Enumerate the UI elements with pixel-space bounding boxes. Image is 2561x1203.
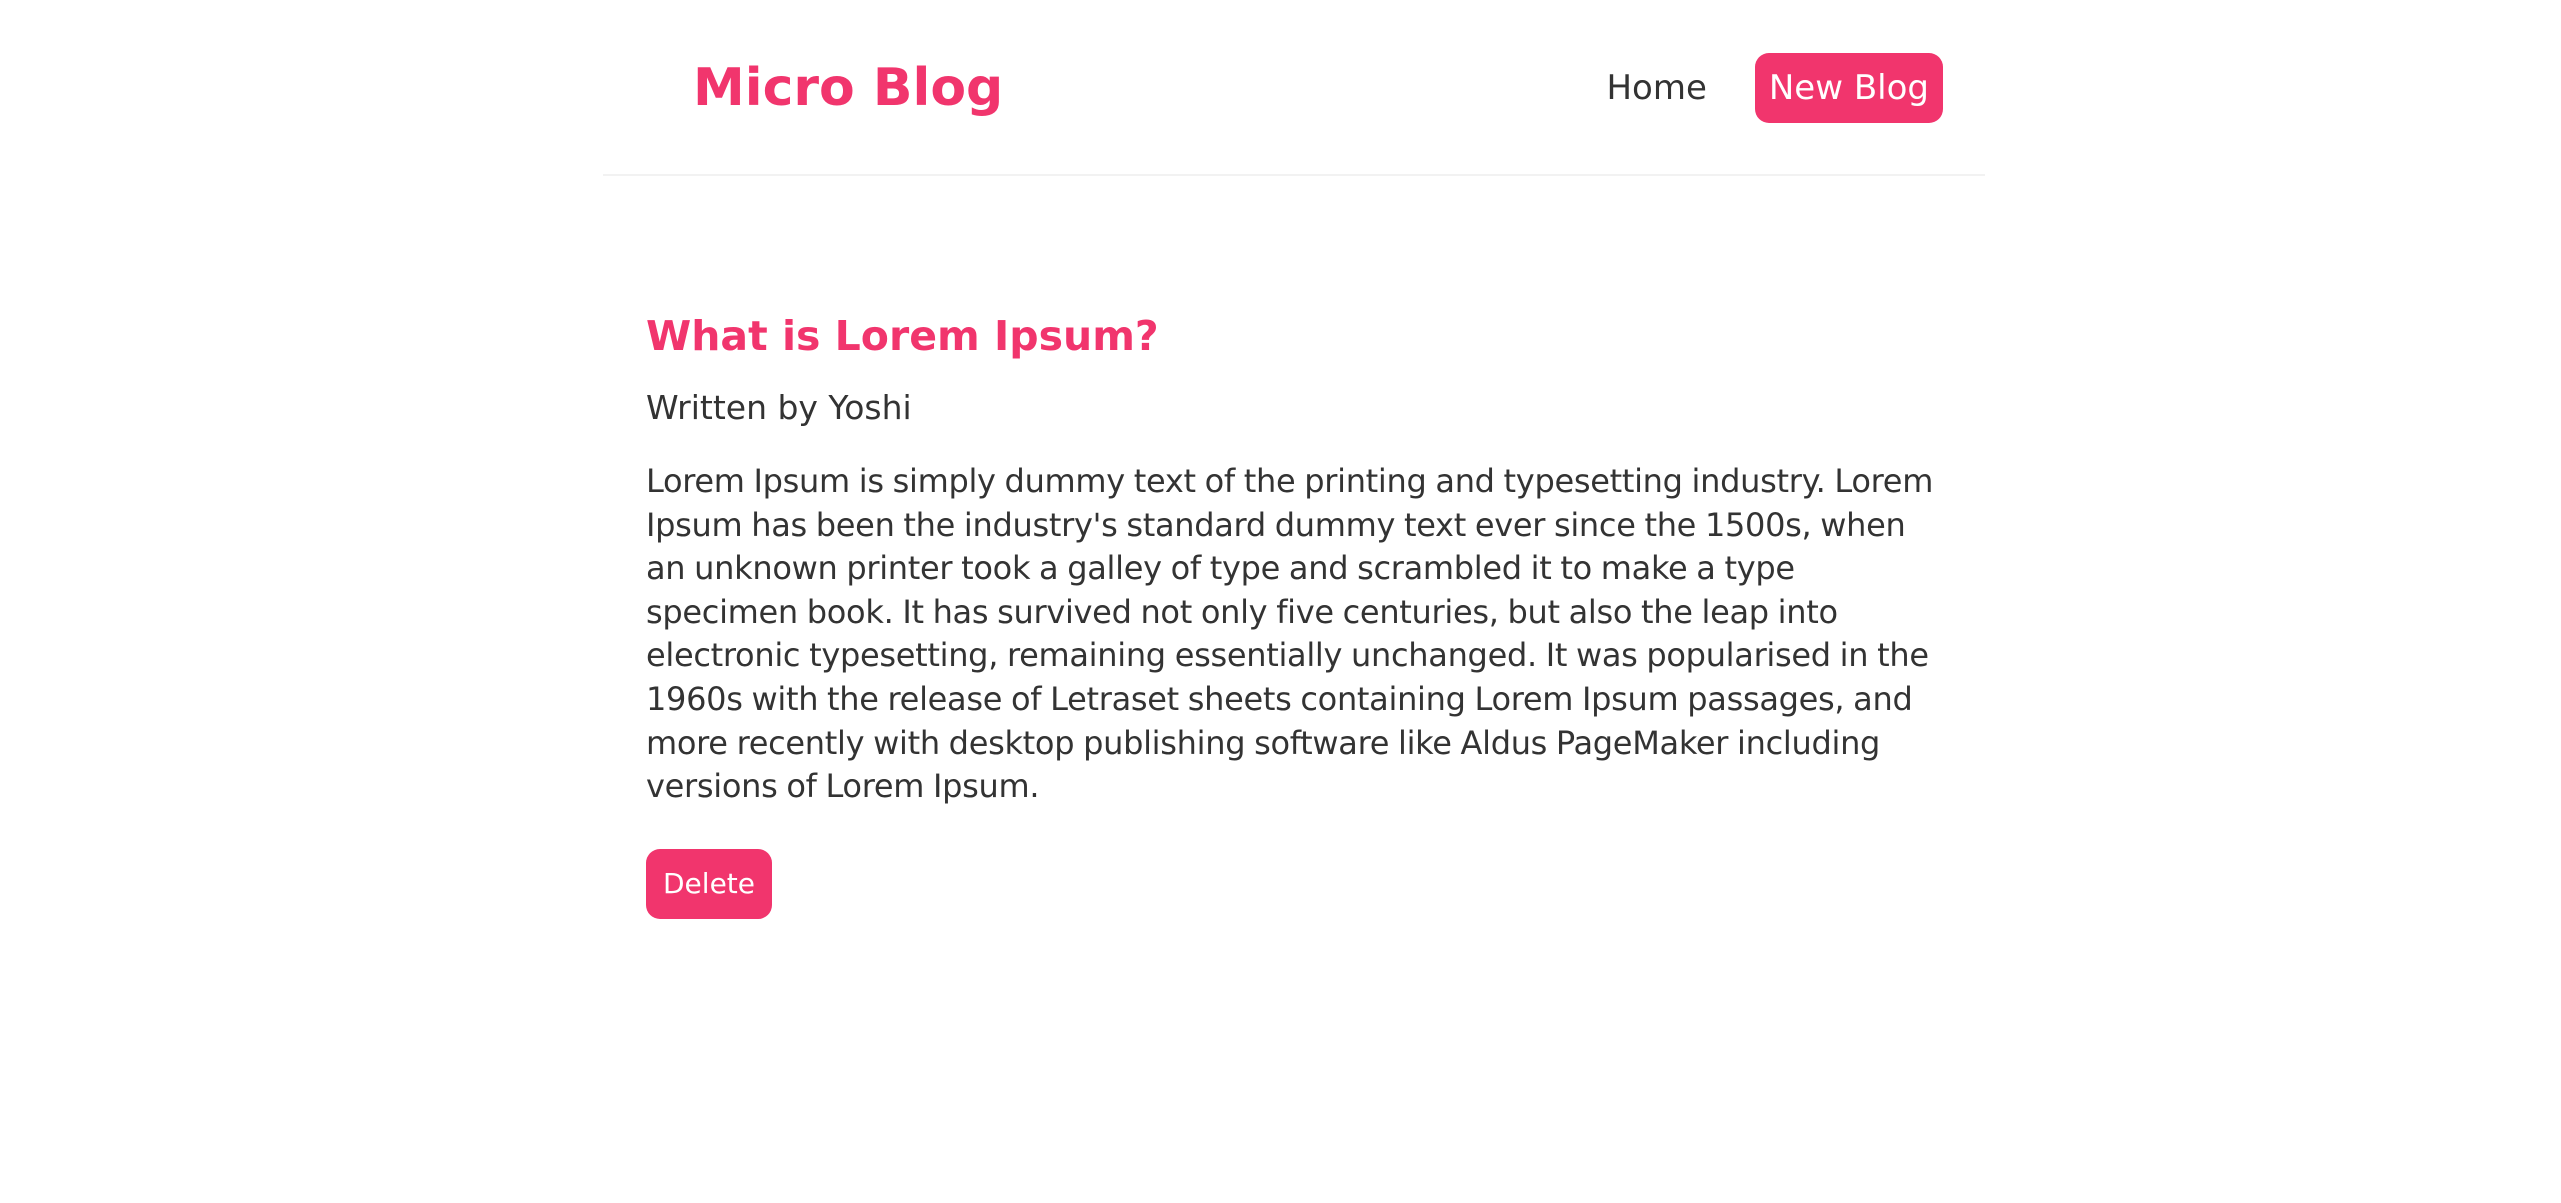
blog-article: What is Lorem Ipsum? Written by Yoshi Lo… xyxy=(646,300,1946,919)
nav-links: Home New Blog xyxy=(1606,53,1943,123)
blog-body: Lorem Ipsum is simply dummy text of the … xyxy=(646,462,1934,806)
delete-button[interactable]: Delete xyxy=(646,848,772,919)
page: Micro Blog Home New Blog What is Lorem I… xyxy=(0,0,2561,1203)
blog-author: Written by Yoshi xyxy=(646,388,912,427)
blog-title: What is Lorem Ipsum? xyxy=(646,312,1159,360)
brand-title: Micro Blog xyxy=(693,58,1004,118)
nav-link-home[interactable]: Home xyxy=(1606,53,1706,123)
blog-details: What is Lorem Ipsum? Written by Yoshi Lo… xyxy=(646,300,1946,919)
navbar: Micro Blog Home New Blog xyxy=(603,0,1985,176)
nav-link-new-blog[interactable]: New Blog xyxy=(1754,53,1943,123)
